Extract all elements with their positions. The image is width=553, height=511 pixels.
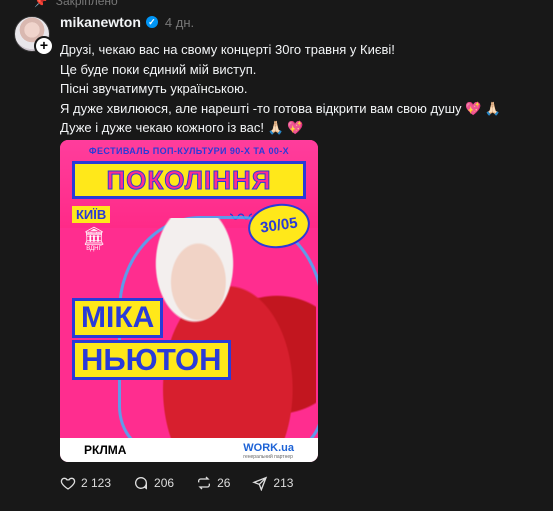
post-text: Друзі, чекаю вас на свому концерті 30го … [60, 40, 540, 138]
poster-footer: РКЛМА WORK.ua генеральний партнер [60, 438, 318, 462]
poster-brand-title: ПОКОЛІННЯ [72, 161, 306, 199]
poster-footer-right-logo: WORK.ua генеральний партнер [243, 442, 294, 460]
poster-footer-left-logo: РКЛМА [84, 443, 127, 457]
comment-count: 206 [154, 476, 175, 490]
post-actions: 2 123 206 26 213 [60, 475, 293, 491]
heart-icon [60, 477, 76, 490]
post-text-line: Це буде поки єдиний мій виступ. [60, 61, 257, 77]
poster-artist-line: МІКА [72, 298, 164, 338]
follow-plus-icon[interactable]: + [34, 36, 54, 56]
comment-button[interactable]: 206 [133, 475, 174, 491]
post-text-line: Друзі, чекаю вас на свому концерті 30го … [60, 42, 395, 57]
repost-icon [198, 476, 211, 490]
poster-footer-right-text: WORK.ua [243, 442, 294, 454]
poster-artist-line: НЬЮТОН [72, 340, 231, 380]
repost-button[interactable]: 26 [196, 475, 230, 491]
post-text-line: Дуже і дуже чекаю кожного із вас! 🙏🏻 💖 [60, 120, 304, 135]
comment-icon [135, 477, 148, 490]
share-count: 213 [273, 476, 294, 490]
poster-footer-right-sub: генеральний партнер [243, 454, 293, 460]
like-count: 2 123 [81, 476, 112, 490]
send-icon [252, 476, 268, 491]
avatar[interactable]: + [14, 16, 54, 56]
share-button[interactable]: 213 [252, 475, 293, 491]
verified-badge-icon: ✓ [145, 16, 158, 28]
poster-city: КИЇВ [72, 206, 111, 223]
username-link[interactable]: mikanewton [60, 14, 141, 30]
poster-artist-name: МІКА НЬЮТОН [72, 298, 231, 382]
like-button[interactable]: 2 123 [60, 475, 111, 491]
post-text-line: Я дуже хвилююся, але нарешті -то готова … [60, 100, 502, 116]
building-icon: 🏛 [82, 226, 106, 246]
poster-festival-text: ФЕСТИВАЛЬ ПОП-КУЛЬТУРИ 90-Х ТА 00-Х [88, 146, 290, 156]
post-image-poster[interactable]: ФЕСТИВАЛЬ ПОП-КУЛЬТУРИ 90-Х ТА 00-Х ПОКО… [60, 140, 318, 462]
repost-count: 26 [217, 476, 231, 490]
thread-post: + mikanewton ✓ 4 дн. Друзі, чекаю вас на… [0, 0, 553, 511]
post-text-line: Пісні звучатимуть українською. [60, 81, 248, 96]
poster-venue: 🏛 ВДНГ [82, 226, 106, 252]
poster-venue-name: ВДНГ [86, 246, 102, 252]
post-time[interactable]: 4 дн. [165, 15, 194, 30]
post-header: mikanewton ✓ 4 дн. [60, 14, 194, 30]
